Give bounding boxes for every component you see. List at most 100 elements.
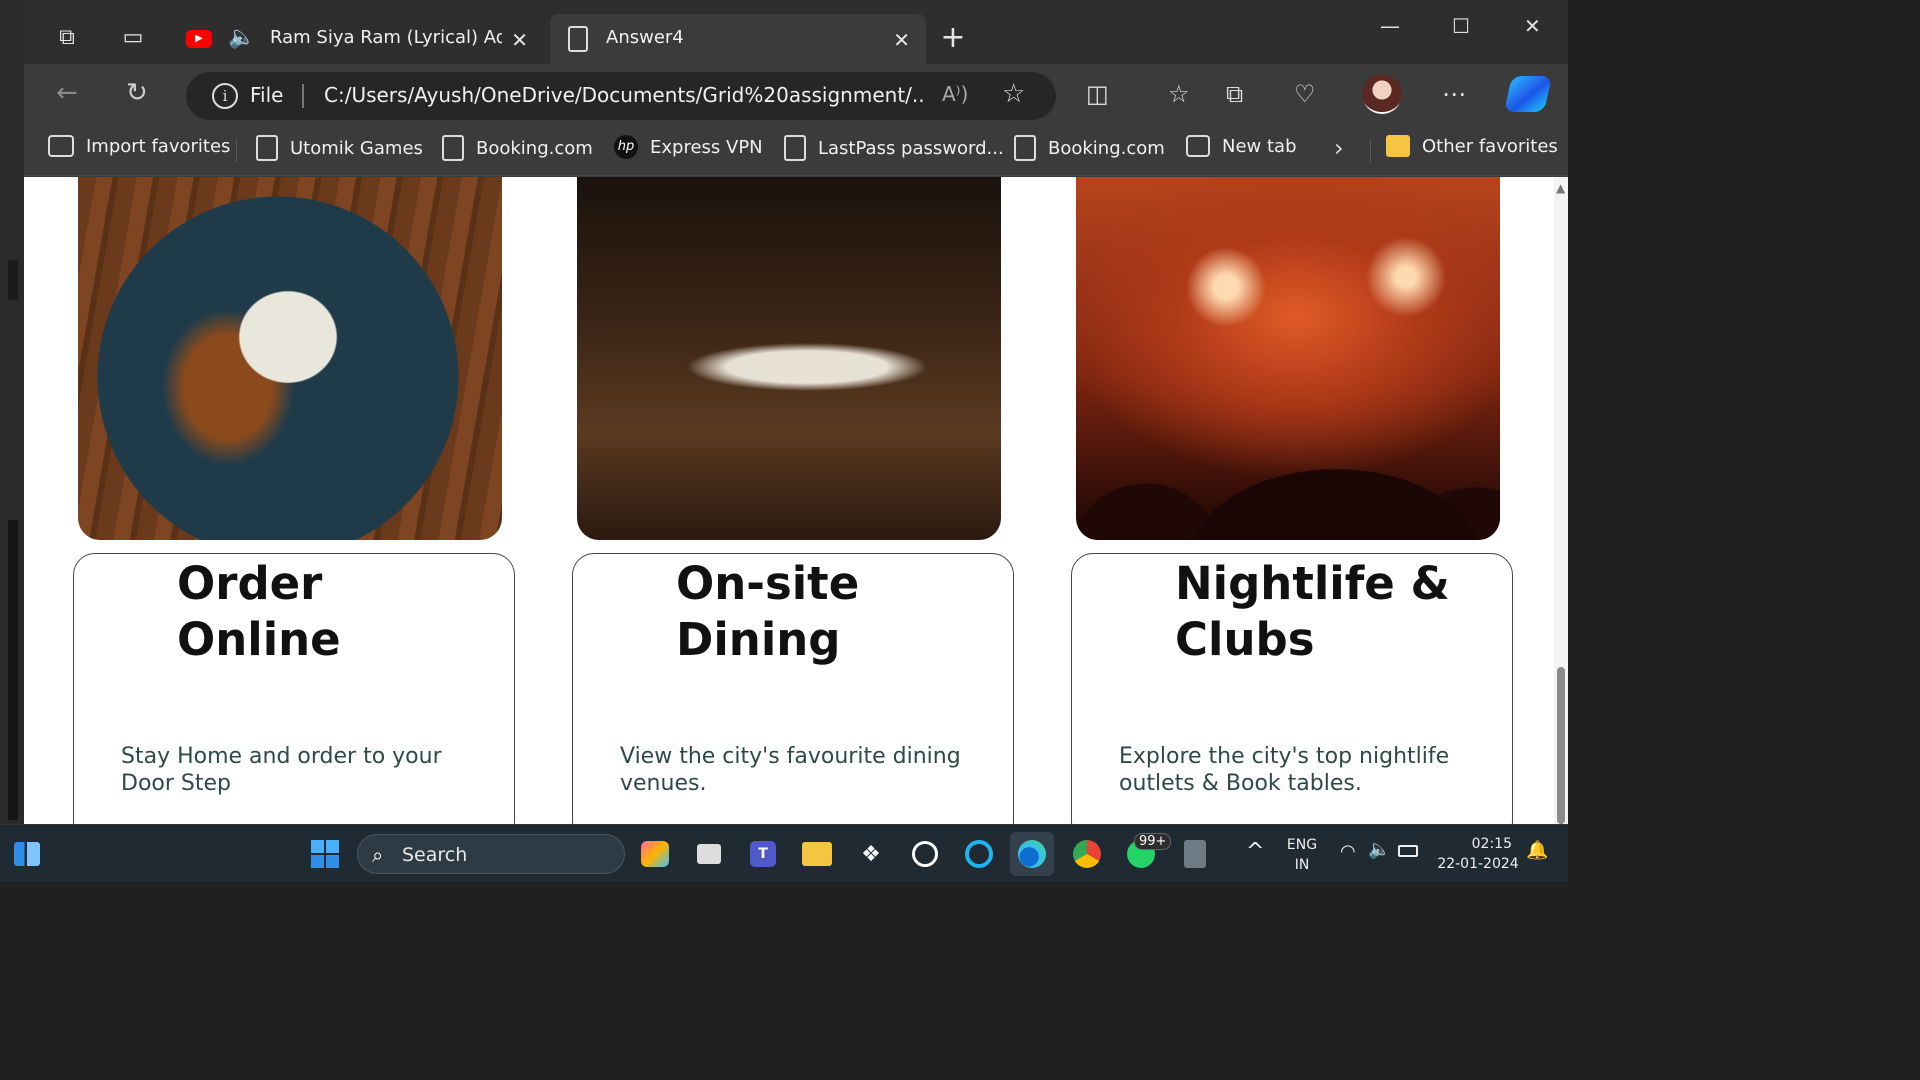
card-on-site-dining[interactable]: On-site Dining View the city's favourite… <box>572 553 1014 824</box>
read-aloud-icon[interactable]: A⁾) <box>942 82 968 106</box>
file-explorer-icon[interactable] <box>802 839 832 869</box>
favorites-bar: Import favorites Utomik Games Booking.co… <box>24 126 1568 176</box>
task-view-icon[interactable] <box>694 839 724 869</box>
close-tab-icon[interactable]: ✕ <box>893 28 910 52</box>
card-description: Explore the city's top nightlife outlets… <box>1119 744 1450 796</box>
divider <box>1370 140 1371 162</box>
card-order-online[interactable]: Order Online Stay Home and order to your… <box>73 553 515 824</box>
new-tab-icon[interactable]: + <box>938 20 968 55</box>
cortana-icon[interactable] <box>964 839 994 869</box>
search-icon: ⌕ <box>372 843 384 867</box>
info-icon[interactable]: i <box>212 83 238 109</box>
favorite-import[interactable]: Import favorites <box>48 135 230 157</box>
volume-icon[interactable]: 🔈 <box>1368 839 1390 860</box>
close-window-icon[interactable]: ✕ <box>1524 14 1541 38</box>
scrollbar-thumb[interactable] <box>1557 667 1565 824</box>
tab-strip: ⧉ ▭ ▶ 🔈 Ram Siya Ram (Lyrical) Adip ✕ An… <box>24 0 1568 64</box>
order-online-image <box>78 177 502 540</box>
minimize-icon[interactable]: — <box>1380 14 1400 38</box>
card-title-line: On-site <box>676 557 860 610</box>
tab-title: Ram Siya Ram (Lyrical) Adip <box>270 27 502 48</box>
tab-title: Answer4 <box>606 27 684 48</box>
folder-icon <box>1386 135 1410 157</box>
maximize-icon[interactable]: ☐ <box>1452 14 1470 38</box>
split-screen-icon[interactable]: ◫ <box>1086 80 1109 108</box>
page-icon <box>442 135 464 161</box>
card-nightlife-clubs[interactable]: Nightlife & Clubs Explore the city's top… <box>1071 553 1513 824</box>
navigation-bar: ← ↻ i File C:/Users/Ayush/OneDrive/Docum… <box>24 64 1568 126</box>
scroll-up-icon[interactable]: ▲ <box>1556 181 1565 195</box>
widgets-icon[interactable] <box>12 839 42 869</box>
collections-icon[interactable]: ⧉ <box>1226 80 1243 108</box>
favorite-newtab[interactable]: New tab <box>1186 135 1297 157</box>
speaker-icon[interactable]: 🔈 <box>228 25 255 50</box>
start-icon[interactable] <box>310 839 340 869</box>
teams-icon[interactable]: T <box>748 839 778 869</box>
page-icon <box>568 26 588 52</box>
tab-actions-icon[interactable]: ▭ <box>118 22 148 52</box>
favorite-label: Import favorites <box>86 135 231 157</box>
close-tab-icon[interactable]: ✕ <box>511 28 528 52</box>
copilot-preview-icon[interactable] <box>640 839 670 869</box>
notification-bell-icon[interactable]: 🔔 <box>1526 840 1548 861</box>
card-title: Nightlife & Clubs <box>1175 556 1475 668</box>
clock[interactable]: 02:15 22-01-2024 <box>1430 834 1526 874</box>
favorite-other[interactable]: Other favorites <box>1386 135 1558 157</box>
favorite-utomik[interactable]: Utomik Games <box>256 135 423 161</box>
vertical-scrollbar[interactable]: ▲ <box>1554 177 1568 824</box>
card-title-line: Dining <box>676 613 841 666</box>
tab-youtube[interactable]: ▶ 🔈 Ram Siya Ram (Lyrical) Adip ✕ <box>174 14 544 64</box>
battery-icon[interactable] <box>1398 845 1418 857</box>
card-title-line: Nightlife & <box>1175 557 1450 610</box>
edge-icon[interactable] <box>1010 832 1054 876</box>
card-description: View the city's favourite dining venues. <box>620 744 961 796</box>
favorite-label: Booking.com <box>476 137 593 159</box>
favorite-booking-2[interactable]: Booking.com <box>1014 135 1165 161</box>
browser-window: ⧉ ▭ ▶ 🔈 Ram Siya Ram (Lyrical) Adip ✕ An… <box>24 0 1568 824</box>
back-icon[interactable]: ← <box>56 78 78 108</box>
wifi-icon[interactable]: ◠ <box>1340 841 1356 862</box>
url-text[interactable]: C:/Users/Ayush/OneDrive/Documents/Grid%2… <box>324 83 924 107</box>
card-title-line: Clubs <box>1175 613 1315 666</box>
card-title-line: Online <box>177 613 341 666</box>
calculator-icon[interactable] <box>1180 839 1210 869</box>
profile-avatar[interactable] <box>1362 74 1402 114</box>
favorite-lastpass[interactable]: LastPass password... <box>784 135 1004 161</box>
language-indicator[interactable]: ENG IN <box>1282 835 1322 875</box>
divider <box>236 140 237 162</box>
youtube-icon: ▶ <box>186 30 212 48</box>
favorite-label: Utomik Games <box>290 137 423 159</box>
favorite-label: New tab <box>1222 135 1297 157</box>
page-content: Order Online Stay Home and order to your… <box>24 177 1568 824</box>
favorite-label: Express VPN <box>650 136 763 158</box>
dropbox-icon[interactable]: ❖ <box>856 839 886 869</box>
chrome-icon[interactable] <box>1072 839 1102 869</box>
favorites-icon[interactable]: ☆ <box>1168 80 1190 108</box>
chevron-up-icon[interactable]: ^ <box>1246 839 1264 864</box>
github-icon[interactable] <box>910 839 940 869</box>
card-title-line: Order <box>177 557 323 610</box>
divider <box>302 84 304 108</box>
on-site-dining-image <box>577 177 1001 540</box>
refresh-icon[interactable]: ↻ <box>126 78 148 108</box>
workspaces-icon[interactable]: ⧉ <box>52 22 82 52</box>
favorite-expressvpn[interactable]: hp Express VPN <box>614 135 763 159</box>
card-title: On-site Dining <box>676 556 976 668</box>
chevron-right-icon[interactable]: › <box>1334 134 1344 162</box>
time-text: 02:15 <box>1471 836 1512 852</box>
nightlife-image <box>1076 177 1500 540</box>
favorite-star-icon[interactable]: ☆ <box>1002 79 1025 109</box>
favorite-booking[interactable]: Booking.com <box>442 135 593 161</box>
address-bar[interactable]: i File C:/Users/Ayush/OneDrive/Documents… <box>186 72 1056 120</box>
browser-essentials-icon[interactable]: ♡ <box>1294 80 1316 108</box>
copilot-icon[interactable] <box>1504 76 1552 112</box>
search-input[interactable]: Search <box>402 844 467 866</box>
tab-answer4[interactable]: Answer4 ✕ <box>550 14 926 64</box>
language-code: ENG <box>1286 837 1318 853</box>
favorite-label: Other favorites <box>1422 135 1558 157</box>
favorite-label: LastPass password... <box>818 137 1004 159</box>
taskbar-search[interactable]: ⌕ Search <box>357 834 625 874</box>
page-icon <box>256 135 278 161</box>
import-icon <box>48 135 74 157</box>
more-options-icon[interactable]: ⋯ <box>1442 80 1466 108</box>
